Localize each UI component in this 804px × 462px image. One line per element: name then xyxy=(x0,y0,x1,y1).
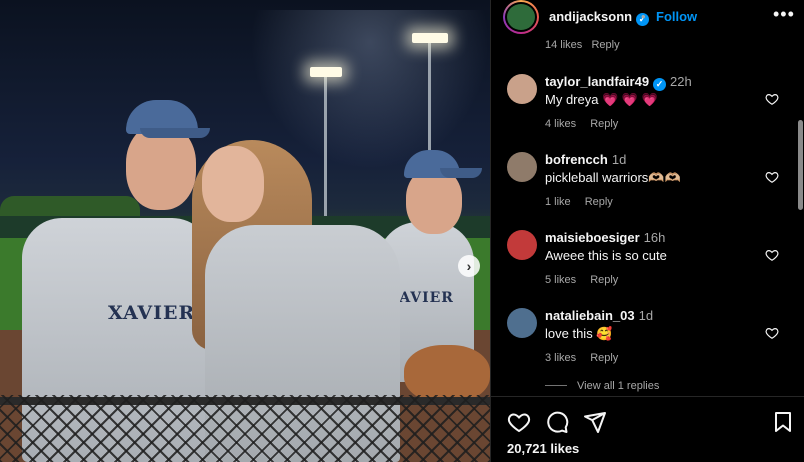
comment-meta: 3 likes Reply xyxy=(545,352,632,364)
comment-likes[interactable]: 1 like xyxy=(545,196,571,208)
commenter-avatar[interactable] xyxy=(507,152,537,182)
comments-list: 14 likes Reply taylor_landfair49 ✓ 22h My … xyxy=(491,34,804,396)
chain-link-fence xyxy=(0,395,490,462)
post-header: andijacksonn ✓ • Follow ••• xyxy=(491,0,804,34)
commenter-username-text[interactable]: maisieboesiger xyxy=(545,230,640,245)
verified-icon: ✓ xyxy=(653,78,667,91)
comment-item: bofrencch 1d pickleball warriors🫶🏼🫶🏼 1 li… xyxy=(491,148,804,218)
post-photo[interactable]: XAVIER XAVIER › xyxy=(0,0,490,462)
comment-time: 22h xyxy=(670,74,692,89)
comment-likes[interactable]: 5 likes xyxy=(545,274,576,286)
comment-meta: 1 like Reply xyxy=(545,196,627,208)
heart-icon[interactable] xyxy=(765,248,779,262)
post-actions-bar: 20,721 likes xyxy=(491,396,804,462)
view-replies-button[interactable]: View all 1 replies xyxy=(545,380,659,392)
reply-button[interactable]: Reply xyxy=(585,196,613,208)
comment-item: nataliebain_03 1d love this 🥰 3 likes Repl… xyxy=(491,304,804,374)
likes-count[interactable]: 20,721 likes xyxy=(507,441,579,456)
more-options-icon[interactable]: ••• xyxy=(773,4,795,25)
comment-likes[interactable]: 3 likes xyxy=(545,352,576,364)
jersey-text: XAVIER xyxy=(108,302,196,324)
share-icon[interactable] xyxy=(583,410,607,434)
comment-icon[interactable] xyxy=(545,410,569,434)
heart-icon[interactable] xyxy=(765,92,779,106)
post-side-panel: andijacksonn ✓ • Follow ••• 14 likes Repl… xyxy=(490,0,804,462)
like-heart-icon[interactable] xyxy=(507,410,531,434)
comment-meta: 5 likes Reply xyxy=(545,274,632,286)
comment-likes[interactable]: 4 likes xyxy=(545,118,576,130)
commenter-username-text[interactable]: bofrencch xyxy=(545,152,608,167)
commenter-username[interactable]: nataliebain_03 1d xyxy=(545,308,653,323)
replies-line xyxy=(545,385,567,386)
commenter-username-text[interactable]: nataliebain_03 xyxy=(545,308,635,323)
follow-button[interactable]: Follow xyxy=(656,9,697,24)
comment-meta: 4 likes Reply xyxy=(545,118,632,130)
reply-button[interactable]: Reply xyxy=(590,118,618,130)
comment-text: pickleball warriors🫶🏼🫶🏼 xyxy=(545,170,681,185)
commenter-username[interactable]: maisieboesiger 16h xyxy=(545,230,665,245)
previous-comment-meta: 14 likes Reply xyxy=(545,39,620,51)
comment-time: 1d xyxy=(638,308,654,323)
author-avatar[interactable] xyxy=(503,0,539,34)
commenter-username[interactable]: taylor_landfair49 ✓ 22h xyxy=(545,74,692,91)
comment-time: 16h xyxy=(643,230,666,245)
author-username-text[interactable]: andijacksonn xyxy=(549,9,632,24)
comment-text: love this 🥰 xyxy=(545,326,613,341)
commenter-avatar[interactable] xyxy=(507,308,537,338)
reply-button[interactable]: Reply xyxy=(590,274,618,286)
carousel-next-button[interactable]: › xyxy=(458,255,480,277)
bookmark-icon[interactable] xyxy=(771,410,795,434)
comment-item: taylor_landfair49 ✓ 22h My dreya 💗 💗 💗 4 l… xyxy=(491,70,804,140)
stadium-light xyxy=(310,67,342,77)
commenter-avatar[interactable] xyxy=(507,74,537,104)
comment-time: 1d xyxy=(611,152,627,167)
comment-item: maisieboesiger 16h Aweee this is so cute … xyxy=(491,226,804,296)
commenter-avatar[interactable] xyxy=(507,230,537,260)
separator-dot: • xyxy=(641,9,646,24)
commenter-username-text[interactable]: taylor_landfair49 xyxy=(545,74,649,89)
reply-button[interactable]: Reply xyxy=(590,352,618,364)
stadium-light xyxy=(412,33,448,43)
light-pole xyxy=(324,74,327,224)
heart-icon[interactable] xyxy=(765,170,779,184)
heart-icon[interactable] xyxy=(765,326,779,340)
comment-text: Aweee this is so cute xyxy=(545,248,667,263)
comments-scrollbar[interactable] xyxy=(798,120,803,210)
commenter-username[interactable]: bofrencch 1d xyxy=(545,152,626,167)
author-username[interactable]: andijacksonn ✓ xyxy=(549,9,650,26)
comment-text: My dreya 💗 💗 💗 xyxy=(545,92,658,107)
view-replies-label[interactable]: View all 1 replies xyxy=(577,380,659,392)
stadium-light-glow xyxy=(250,10,490,170)
